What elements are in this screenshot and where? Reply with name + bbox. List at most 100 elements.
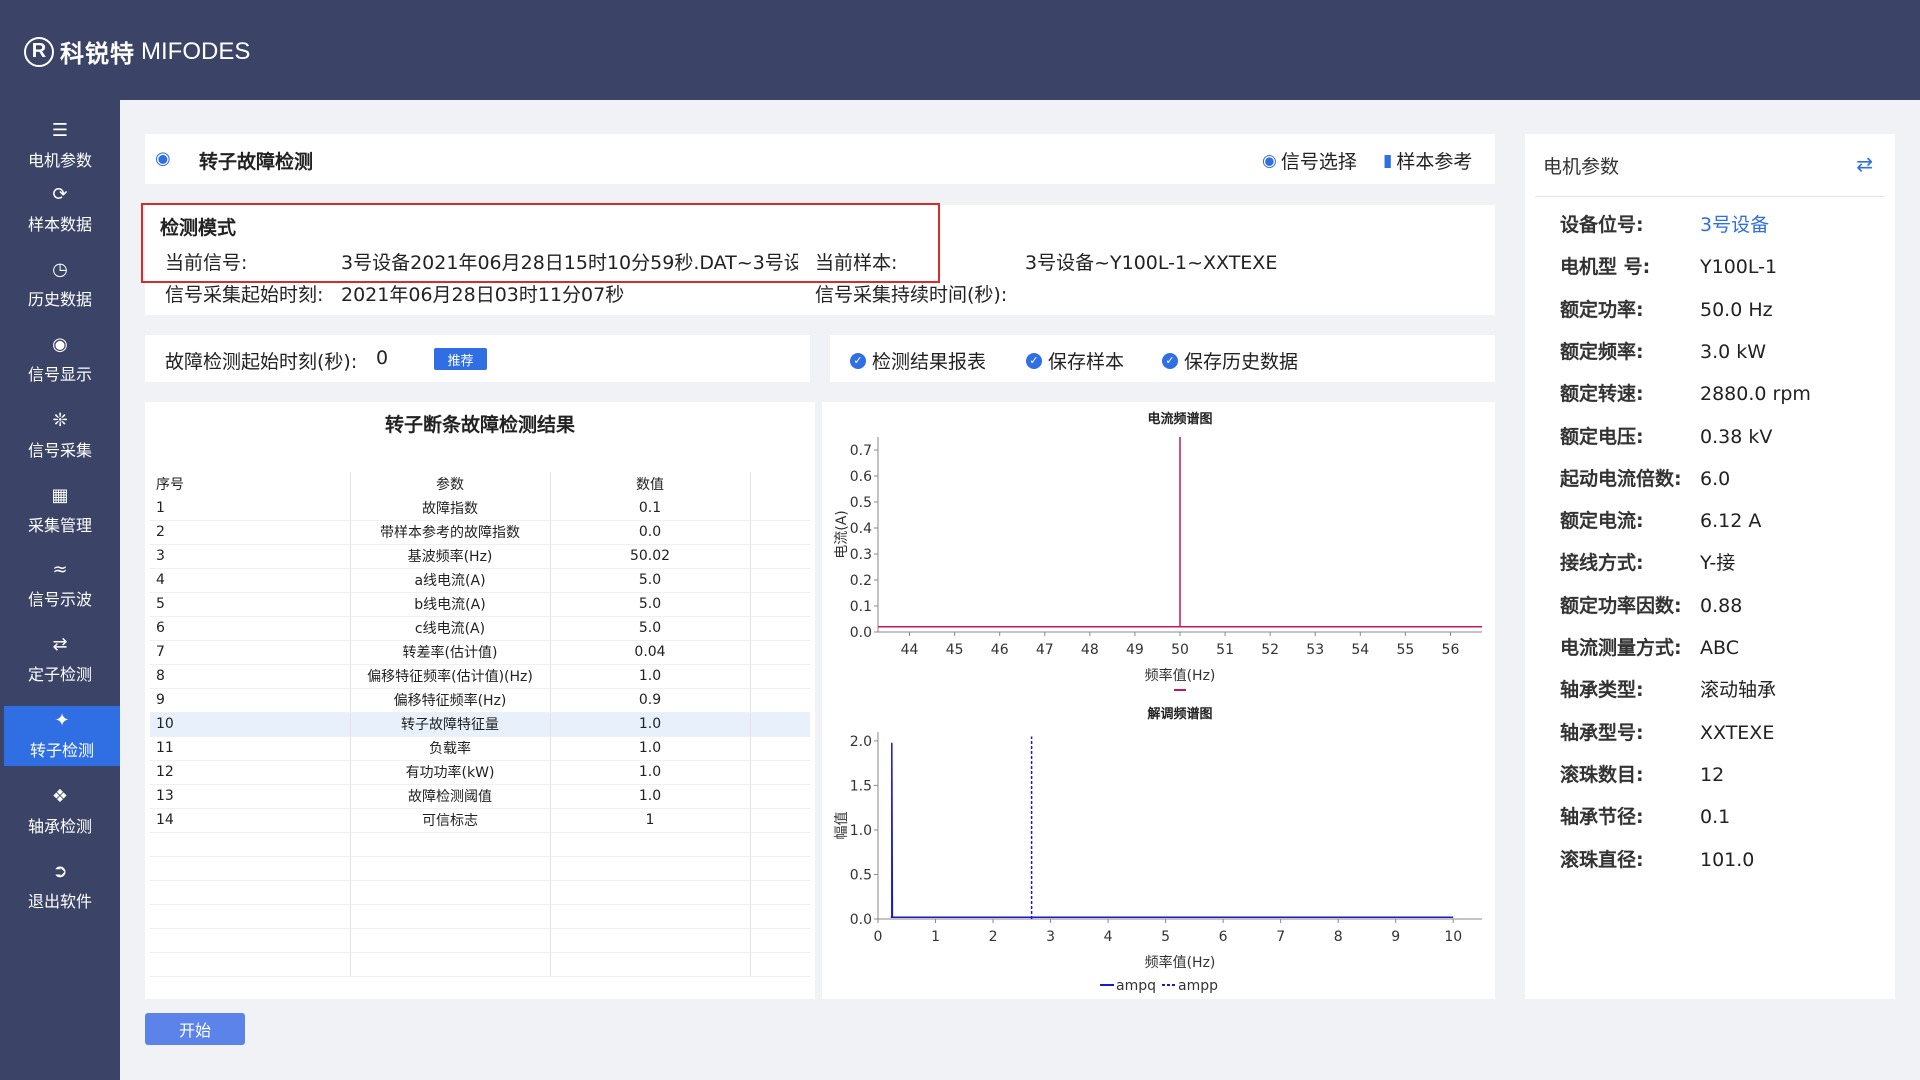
table-row[interactable]: 7 转差率(估计值) 0.04 <box>150 640 810 665</box>
sample-reference-button[interactable]: ▮ 样本参考 <box>1383 147 1472 174</box>
table-cell-blank <box>750 688 810 713</box>
start-button[interactable]: 开始 <box>145 1013 245 1045</box>
table-cell-blank <box>750 712 810 737</box>
column-header-blank <box>750 472 810 496</box>
param-row: 额定转速: 2880.0 rpm <box>1560 379 1811 406</box>
table-row[interactable]: 6 c线电流(A) 5.0 <box>150 616 810 641</box>
x-tick-label: 9 <box>1391 929 1400 945</box>
table-cell: 13 <box>150 784 351 809</box>
y-tick-label: 0.7 <box>850 443 872 459</box>
nav-label: 轴承检测 <box>27 817 92 836</box>
line-chart-icon: ≈ <box>52 559 68 580</box>
table-cell: 5 <box>150 592 351 617</box>
result-table-panel: 转子断条故障检测结果 序号 参数 数值 1 故障指数 0.1 2 带样本参考的故障指数 0… <box>145 402 815 999</box>
table-cell-blank <box>750 592 810 617</box>
table-cell-empty <box>750 856 810 881</box>
antenna-icon: ❊ <box>52 410 68 431</box>
table-cell-empty <box>350 952 551 977</box>
brand-name-cn: 科锐特 <box>60 40 135 68</box>
nav-motor-params[interactable]: ☰ 电机参数 <box>0 116 120 176</box>
nav-label: 采集管理 <box>27 516 92 535</box>
param-value[interactable]: 3号设备 <box>1700 210 1769 237</box>
y-tick-label: 0.2 <box>850 573 872 589</box>
charts-svg: 电流频谱图0.00.10.20.30.40.50.60.744 45 46 47 48 4… <box>834 411 1482 994</box>
table-cell: 10 <box>150 712 351 737</box>
param-row: 电机型 号: Y100L-1 <box>1560 252 1777 279</box>
table-row[interactable]: 11 负载率 1.0 <box>150 736 810 761</box>
nav-bearing-detection[interactable]: ❖ 轴承检测 <box>0 782 120 842</box>
refresh-icon: ⟳ <box>52 184 68 205</box>
param-label: 起动电流倍数: <box>1560 467 1682 490</box>
brand-name-en: MIFODES <box>141 37 251 65</box>
table-row[interactable]: 3 基波频率(Hz) 50.02 <box>150 544 810 569</box>
table-cell: 负载率 <box>350 736 551 761</box>
table-row-empty <box>150 928 810 953</box>
x-tick-label: 1 <box>931 929 940 945</box>
x-tick-label: 8 <box>1334 929 1343 945</box>
table-cell: 0.0 <box>550 520 751 545</box>
nav-exit-software[interactable]: ➲ 退出软件 <box>0 857 120 917</box>
recommend-button[interactable]: 推荐 <box>434 348 487 370</box>
table-cell: 11 <box>150 736 351 761</box>
param-label: 额定电压: <box>1560 425 1644 448</box>
save-history-checkbox[interactable]: ✓ 保存历史数据 <box>1162 347 1298 374</box>
table-row[interactable]: 4 a线电流(A) 5.0 <box>150 568 810 593</box>
param-value: Y100L-1 <box>1700 256 1778 279</box>
table-row-empty <box>150 832 810 857</box>
nav-history-data[interactable]: ◷ 历史数据 <box>0 255 120 315</box>
param-label: 滚珠数目: <box>1560 763 1644 786</box>
check-icon: ✓ <box>850 352 866 369</box>
signal-select-button[interactable]: ◉ 信号选择 <box>1262 147 1357 174</box>
history-icon: ◷ <box>52 259 68 280</box>
nav-rotor-detection[interactable]: ✦ 转子检测 <box>4 706 120 766</box>
save-sample-checkbox[interactable]: ✓ 保存样本 <box>1026 347 1124 374</box>
legend-label: ampq <box>1116 978 1156 994</box>
x-tick-label: 7 <box>1276 929 1285 945</box>
nav-label: 转子检测 <box>29 741 94 760</box>
nav-signal-acquisition[interactable]: ❊ 信号采集 <box>0 406 120 466</box>
table-cell: 2 <box>150 520 351 545</box>
table-cell-blank <box>750 640 810 665</box>
shuffle-icon[interactable]: ⇄ <box>1856 152 1873 176</box>
x-tick-label: 47 <box>1036 642 1054 658</box>
table-cell: 1.0 <box>550 760 751 785</box>
param-value: 101.0 <box>1700 848 1755 871</box>
param-value: 0.38 kV <box>1700 425 1773 448</box>
table-cell-empty <box>750 880 810 905</box>
nav-label: 历史数据 <box>27 290 92 309</box>
table-cell: 12 <box>150 760 351 785</box>
table-row[interactable]: 12 有功功率(kW) 1.0 <box>150 760 810 785</box>
x-tick-label: 53 <box>1306 642 1324 658</box>
divider <box>1535 196 1885 197</box>
x-tick-label: 44 <box>901 642 919 658</box>
report-checkbox[interactable]: ✓ 检测结果报表 <box>850 347 986 374</box>
table-cell: 基波频率(Hz) <box>350 544 551 569</box>
table-cell: 8 <box>150 664 351 689</box>
nav-stator-detection[interactable]: ⇄ 定子检测 <box>0 630 120 690</box>
nav-label: 电机参数 <box>27 151 92 170</box>
nav-signal-oscilloscope[interactable]: ≈ 信号示波 <box>0 555 120 615</box>
table-row[interactable]: 1 故障指数 0.1 <box>150 496 810 521</box>
table-row[interactable]: 2 带样本参考的故障指数 0.0 <box>150 520 810 545</box>
table-cell: 转差率(估计值) <box>350 640 551 665</box>
param-label: 额定电流: <box>1560 510 1644 533</box>
table-row[interactable]: 8 偏移特征频率(估计值)(Hz) 1.0 <box>150 664 810 689</box>
param-label: 额定功率因数: <box>1560 594 1682 617</box>
param-row: 额定功率因数: 0.88 <box>1560 591 1742 618</box>
table-row[interactable]: 10 转子故障特征量 1.0 <box>150 712 810 737</box>
nav-signal-display[interactable]: ◉ 信号显示 <box>0 330 120 390</box>
x-tick-label: 4 <box>1104 929 1113 945</box>
rotor-icon: ✦ <box>54 710 70 731</box>
table-cell: 故障检测阈值 <box>350 784 551 809</box>
fault-start-value[interactable]: 0 <box>376 347 388 369</box>
nav-sample-data[interactable]: ⟳ 样本数据 <box>0 180 120 240</box>
table-row[interactable]: 14 可信标志 1 <box>150 808 810 833</box>
table-row[interactable]: 5 b线电流(A) 5.0 <box>150 592 810 617</box>
y-tick-label: 0.4 <box>850 521 872 537</box>
param-row: 额定电流: 6.12 A <box>1560 506 1761 533</box>
motor-params-title: 电机参数 <box>1543 156 1620 178</box>
table-row[interactable]: 9 偏移特征频率(Hz) 0.9 <box>150 688 810 713</box>
table-cell: a线电流(A) <box>350 568 551 593</box>
table-row[interactable]: 13 故障检测阈值 1.0 <box>150 784 810 809</box>
nav-acquisition-management[interactable]: ▦ 采集管理 <box>0 481 120 541</box>
